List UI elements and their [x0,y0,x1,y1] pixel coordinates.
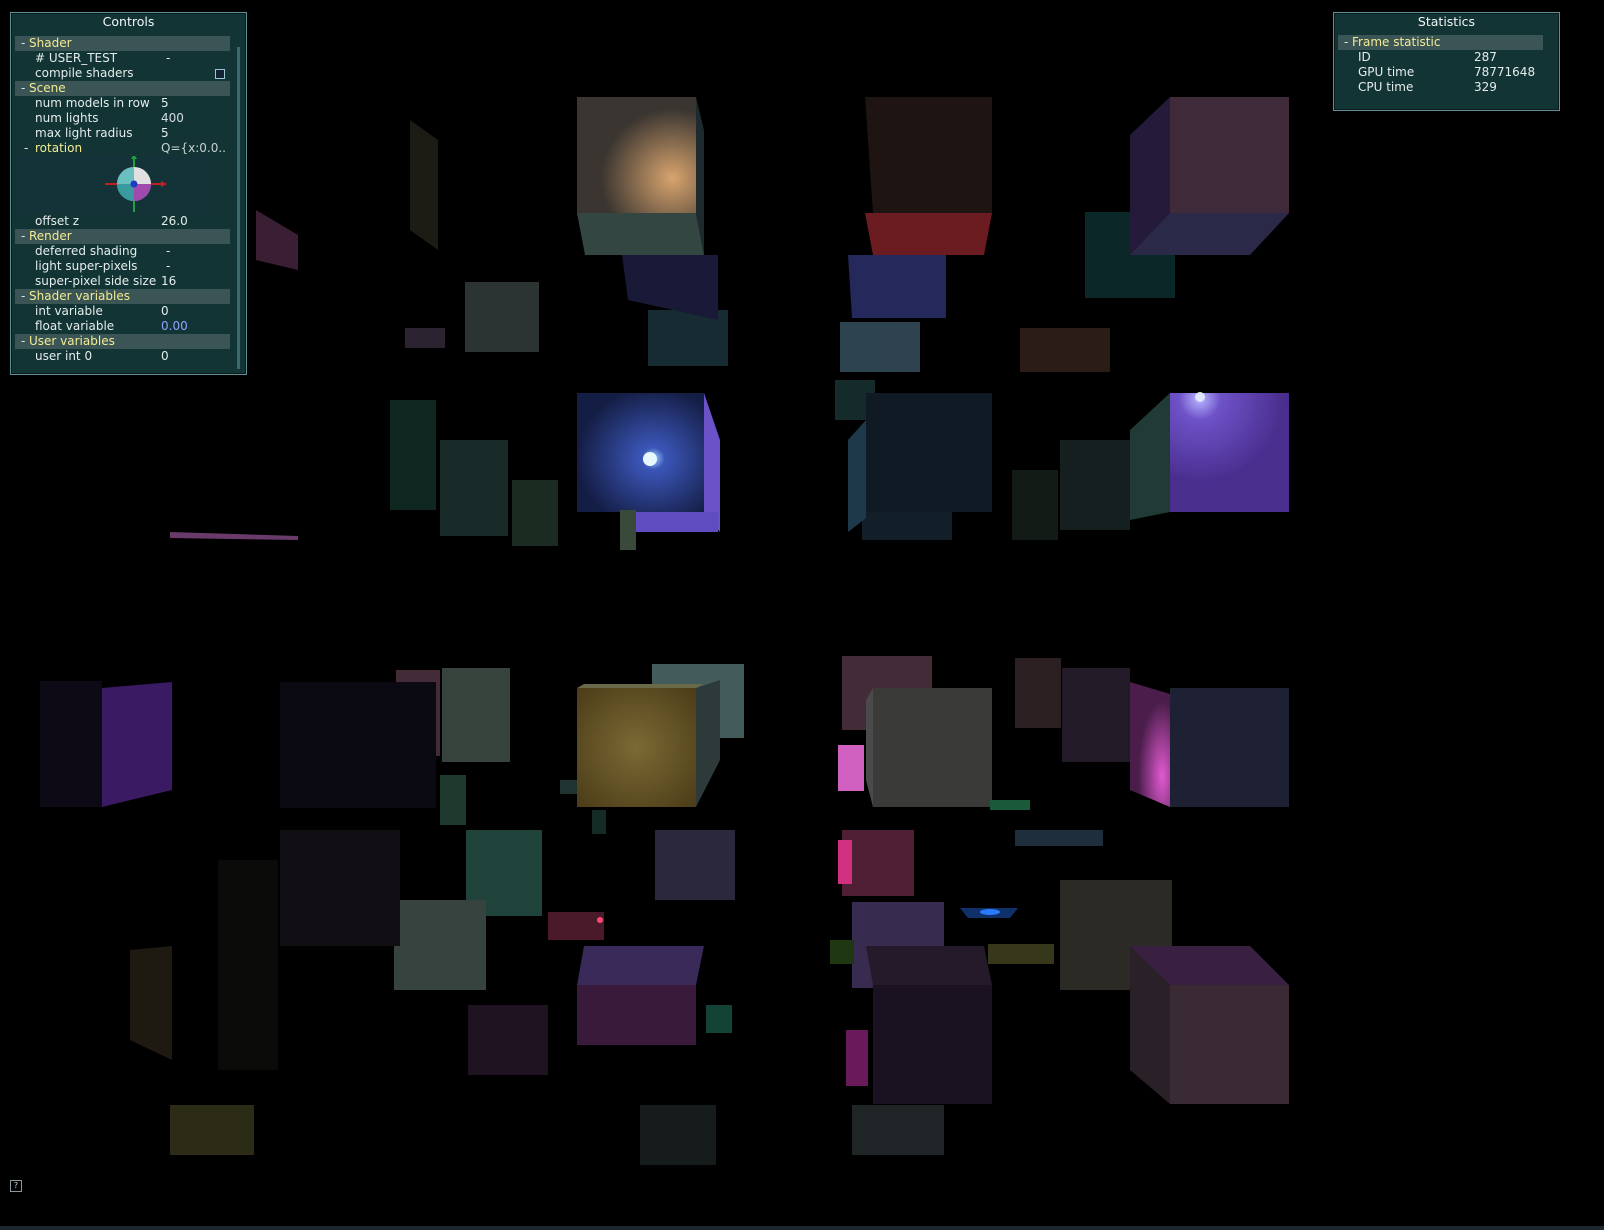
int-variable-value[interactable]: 0 [161,304,169,319]
statistics-panel: Statistics - Frame statistic ID 287 GPU … [1333,12,1560,111]
row-frame-id: ID 287 [1334,50,1559,65]
collapse-toggle[interactable]: - [21,334,25,349]
models-in-row-value[interactable]: 5 [161,96,169,111]
offset-z-label: offset z [35,214,80,228]
group-label: Frame statistic [1352,35,1441,49]
gpu-time-value: 78771648 [1474,65,1536,79]
row-cpu-time: CPU time 329 [1334,80,1559,95]
row-models-in-row[interactable]: num models in row 5 [11,96,246,111]
controls-panel: Controls - Shader # USER_TEST - compile … [10,12,247,375]
collapse-toggle[interactable]: - [21,289,25,304]
int-variable-label: int variable [35,304,103,318]
statistics-title[interactable]: Statistics [1334,13,1559,31]
num-lights-value[interactable]: 400 [161,111,184,126]
row-rotation[interactable]: - rotation Q={x:0.0.. [11,141,246,156]
help-icon[interactable]: ? [10,1180,22,1192]
row-user-int-0[interactable]: user int 0 0 [11,349,246,364]
controls-title[interactable]: Controls [11,13,246,31]
compile-shaders-checkbox[interactable] [215,69,225,79]
deferred-shading-value[interactable]: - [166,244,170,259]
collapse-toggle[interactable]: - [21,81,25,96]
group-label: Shader [29,36,72,50]
super-pixel-side-size-label: super-pixel side size [35,274,157,288]
row-float-variable[interactable]: float variable 0.00 [11,319,246,334]
rotation-label: rotation [35,141,83,155]
group-label: Scene [29,81,66,95]
collapse-toggle[interactable]: - [21,229,25,244]
deferred-shading-label: deferred shading [35,244,138,258]
frame-id-value: 287 [1474,50,1497,64]
group-user-variables[interactable]: - User variables [15,334,230,349]
super-pixel-side-size-value[interactable]: 16 [161,274,176,289]
user-int-0-value[interactable]: 0 [161,349,169,364]
frame-id-label: ID [1358,50,1371,64]
row-deferred-shading[interactable]: deferred shading - [11,244,246,259]
float-variable-value[interactable]: 0.00 [161,319,188,334]
rotation-value[interactable]: Q={x:0.0.. [161,141,226,156]
group-frame-statistic[interactable]: - Frame statistic [1338,35,1543,50]
rotation-gizmo-row: x y z [11,156,246,214]
max-light-radius-value[interactable]: 5 [161,126,169,141]
light-super-pixels-label: light super-pixels [35,259,138,273]
group-label: Shader variables [29,289,130,303]
user-int-0-label: user int 0 [35,349,93,363]
row-num-lights[interactable]: num lights 400 [11,111,246,126]
row-light-super-pixels[interactable]: light super-pixels - [11,259,246,274]
group-label: Render [29,229,72,243]
collapse-toggle[interactable]: - [21,36,25,51]
rotation-gizmo[interactable]: x y z [11,156,211,214]
compile-shaders-label: compile shaders [35,66,134,80]
group-scene[interactable]: - Scene [15,81,230,96]
window-frame-bottom [0,1226,1604,1230]
row-super-pixel-side-size[interactable]: super-pixel side size 16 [11,274,246,289]
group-shader[interactable]: - Shader [15,36,230,51]
collapse-toggle[interactable]: - [1344,35,1348,50]
row-gpu-time: GPU time 78771648 [1334,65,1559,80]
row-max-light-radius[interactable]: max light radius 5 [11,126,246,141]
group-shader-variables[interactable]: - Shader variables [15,289,230,304]
row-offset-z[interactable]: offset z 26.0 [11,214,246,229]
user-test-value[interactable]: - [166,51,170,66]
max-light-radius-label: max light radius [35,126,133,140]
models-in-row-label: num models in row [35,96,150,110]
group-label: User variables [29,334,115,348]
collapse-toggle[interactable]: - [24,141,28,156]
cpu-time-value: 329 [1474,80,1497,94]
user-test-label: # USER_TEST [35,51,118,65]
gpu-time-label: GPU time [1358,65,1415,79]
num-lights-label: num lights [35,111,99,125]
offset-z-value[interactable]: 26.0 [161,214,188,229]
light-super-pixels-value[interactable]: - [166,259,170,274]
row-compile-shaders[interactable]: compile shaders [11,66,246,81]
row-int-variable[interactable]: int variable 0 [11,304,246,319]
row-user-test[interactable]: # USER_TEST - [11,51,246,66]
float-variable-label: float variable [35,319,115,333]
cpu-time-label: CPU time [1358,80,1414,94]
group-render[interactable]: - Render [15,229,230,244]
